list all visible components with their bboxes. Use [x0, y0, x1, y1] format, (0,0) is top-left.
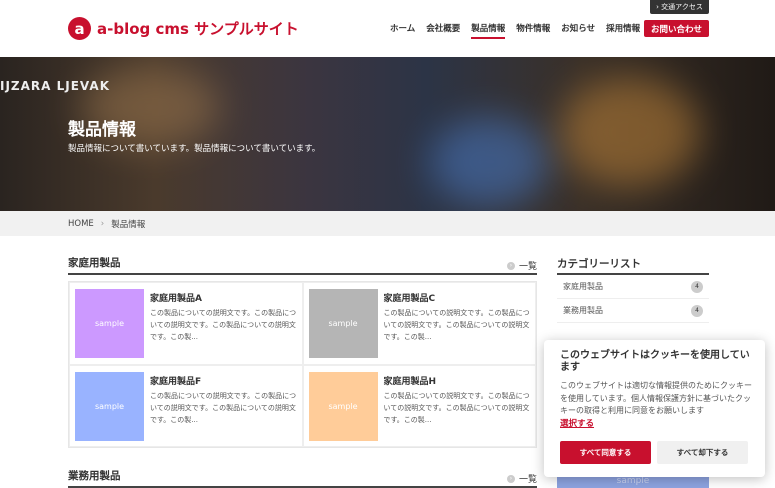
- site-logo[interactable]: a a-blog cms サンプルサイト: [68, 17, 299, 40]
- more-link[interactable]: › 一覧: [506, 259, 537, 272]
- main-nav: ホーム 会社概要 製品情報 物件情報 お知らせ 採用情報: [390, 22, 640, 39]
- more-label: 一覧: [518, 475, 537, 485]
- product-card[interactable]: sample 家庭用製品C この製品についての説明文です。この製品についての説明…: [302, 282, 536, 365]
- logo-icon: a: [68, 17, 91, 40]
- page-title: 製品情報: [68, 120, 136, 140]
- cookie-title: このウェブサイトはクッキーを使用しています: [560, 350, 750, 373]
- breadcrumb-home[interactable]: HOME: [68, 219, 94, 229]
- product-card[interactable]: sample 家庭用製品F この製品についての説明文です。この製品についての説明…: [69, 364, 303, 447]
- category-item[interactable]: 業務用製品 4: [557, 299, 709, 323]
- arrow-circle-icon: ›: [506, 474, 515, 483]
- product-thumbnail[interactable]: sample: [308, 371, 378, 441]
- hero-sign: IJZARA LJEVAK: [0, 79, 110, 93]
- product-name[interactable]: 家庭用製品H: [384, 374, 437, 387]
- page-subtitle: 製品情報について書いています。製品情報について書いています。: [68, 144, 321, 154]
- count-badge: 4: [691, 280, 703, 293]
- product-card[interactable]: sample 家庭用製品H この製品についての説明文です。この製品についての説明…: [302, 364, 536, 447]
- accept-all-button[interactable]: すべて同意する: [560, 441, 651, 464]
- breadcrumb: HOME › 製品情報: [0, 211, 775, 236]
- product-name[interactable]: 家庭用製品A: [150, 291, 202, 304]
- product-thumbnail[interactable]: sample: [75, 289, 144, 358]
- nav-news[interactable]: お知らせ: [561, 22, 595, 39]
- more-link[interactable]: › 一覧: [506, 472, 537, 485]
- nav-home[interactable]: ホーム: [390, 22, 415, 39]
- product-description: この製品についての説明文です。この製品についての説明文です。この製品についての説…: [150, 309, 297, 341]
- site-header: a a-blog cms サンプルサイト › 交通アクセス ホーム 会社概要 製…: [0, 0, 775, 57]
- product-name[interactable]: 家庭用製品C: [384, 291, 436, 304]
- reject-all-button[interactable]: すべて却下する: [657, 441, 748, 464]
- more-label: 一覧: [518, 262, 537, 272]
- cookie-consent-dialog: このウェブサイトはクッキーを使用しています このウェブサイトは適切な情報提供のた…: [544, 340, 765, 477]
- cookie-body: このウェブサイトは適切な情報提供のためにクッキーを使用しています。個人情報保護方…: [560, 381, 752, 415]
- breadcrumb-separator: ›: [100, 218, 105, 229]
- sidebar-image[interactable]: sample: [557, 476, 709, 488]
- section-heading-business: 業務用製品 › 一覧: [68, 468, 537, 488]
- section-title: 家庭用製品: [68, 257, 121, 269]
- section-heading-home: 家庭用製品 › 一覧: [68, 255, 537, 275]
- section-title: 業務用製品: [68, 470, 121, 482]
- product-card[interactable]: sample 家庭用製品A この製品についての説明文です。この製品についての説明…: [69, 282, 303, 365]
- contact-button[interactable]: お問い合わせ: [644, 20, 709, 37]
- logo-text: a-blog cms サンプルサイト: [97, 20, 299, 38]
- nav-company[interactable]: 会社概要: [426, 22, 460, 39]
- category-item[interactable]: 家庭用製品 4: [557, 275, 709, 299]
- category-label: 業務用製品: [563, 306, 603, 315]
- product-name[interactable]: 家庭用製品F: [150, 374, 201, 387]
- nav-recruit[interactable]: 採用情報: [606, 22, 640, 39]
- product-grid: sample 家庭用製品A この製品についての説明文です。この製品についての説明…: [68, 281, 537, 448]
- product-thumbnail[interactable]: sample: [75, 371, 144, 441]
- category-list-title: カテゴリーリスト: [557, 256, 709, 275]
- count-badge: 4: [691, 304, 703, 317]
- breadcrumb-current: 製品情報: [111, 219, 146, 230]
- cookie-select-link[interactable]: 選択する: [560, 417, 594, 429]
- access-link[interactable]: › 交通アクセス: [650, 0, 709, 14]
- product-description: この製品についての説明文です。この製品についての説明文です。この製品についての説…: [150, 391, 297, 424]
- product-thumbnail[interactable]: sample: [308, 289, 378, 358]
- hero-banner: IJZARA LJEVAK 製品情報 製品情報について書いています。製品情報につ…: [0, 57, 775, 211]
- nav-products[interactable]: 製品情報: [471, 22, 506, 39]
- arrow-circle-icon: ›: [506, 261, 515, 270]
- nav-property[interactable]: 物件情報: [516, 22, 550, 39]
- product-description: この製品についての説明文です。この製品についての説明文です。この製品についての説…: [383, 309, 530, 341]
- product-description: この製品についての説明文です。この製品についての説明文です。この製品についての説…: [383, 391, 530, 424]
- category-label: 家庭用製品: [563, 282, 603, 291]
